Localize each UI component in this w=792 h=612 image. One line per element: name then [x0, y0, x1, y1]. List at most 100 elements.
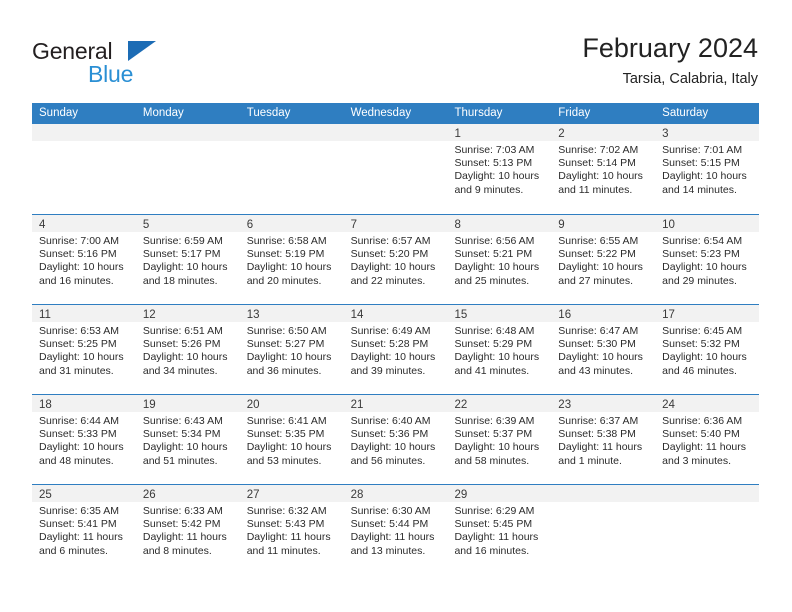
- calendar-week-row: 1 Sunrise: 7:03 AM Sunset: 5:13 PM Daylight…: [32, 124, 760, 214]
- calendar-day-cell[interactable]: 14 Sunrise: 6:49 AM Sunset: 5:28 PM Dayligh…: [343, 305, 448, 394]
- calendar-day-cell[interactable]: 24 Sunrise: 6:36 AM Sunset: 5:40 PM Dayligh…: [655, 395, 760, 484]
- day-number-band: [343, 124, 448, 141]
- day-info: Sunrise: 7:01 AM Sunset: 5:15 PM Daylight:…: [655, 141, 759, 197]
- calendar-day-cell[interactable]: 11 Sunrise: 6:53 AM Sunset: 5:25 PM Dayligh…: [32, 305, 136, 394]
- day-info: Sunrise: 6:51 AM Sunset: 5:26 PM Daylight:…: [136, 322, 240, 378]
- day-number-band: 24: [655, 395, 760, 412]
- calendar-day-cell[interactable]: 5 Sunrise: 6:59 AM Sunset: 5:17 PM Daylight…: [135, 215, 240, 304]
- day-number: 25: [39, 489, 52, 501]
- calendar-day-cell[interactable]: 18 Sunrise: 6:44 AM Sunset: 5:33 PM Dayligh…: [32, 395, 136, 484]
- day-number: 11: [39, 309, 51, 321]
- day-info-line: and 16 minutes.: [454, 544, 530, 557]
- calendar-day-cell[interactable]: 28 Sunrise: 6:30 AM Sunset: 5:44 PM Dayligh…: [343, 485, 448, 574]
- calendar-week-row: 4 Sunrise: 7:00 AM Sunset: 5:16 PM Daylight…: [32, 214, 760, 304]
- brand-logo[interactable]: General Blue: [32, 38, 232, 90]
- day-info: Sunrise: 7:03 AM Sunset: 5:13 PM Daylight:…: [447, 141, 551, 197]
- day-info-line: Sunrise: 6:55 AM: [558, 235, 639, 247]
- day-info: Sunrise: 7:00 AM Sunset: 5:16 PM Daylight:…: [32, 232, 136, 288]
- day-number-band: 13: [239, 305, 344, 322]
- day-number-band: 26: [135, 485, 240, 502]
- calendar-page: General Blue February 2024 Tarsia, Calab…: [0, 0, 792, 612]
- calendar-day-cell[interactable]: 25 Sunrise: 6:35 AM Sunset: 5:41 PM Dayligh…: [32, 485, 136, 574]
- calendar-day-cell[interactable]: 6 Sunrise: 6:58 AM Sunset: 5:19 PM Daylight…: [239, 215, 344, 304]
- calendar-day-cell[interactable]: 16 Sunrise: 6:47 AM Sunset: 5:30 PM Dayligh…: [551, 305, 656, 394]
- calendar-day-cell[interactable]: 3 Sunrise: 7:01 AM Sunset: 5:15 PM Daylight…: [655, 124, 760, 214]
- day-info-line: Sunset: 5:22 PM: [558, 248, 636, 261]
- day-number-band: 9: [551, 215, 656, 232]
- day-info: Sunrise: 6:56 AM Sunset: 5:21 PM Daylight:…: [447, 232, 551, 288]
- day-number: 28: [350, 489, 364, 501]
- day-info-line: and 9 minutes.: [454, 183, 524, 196]
- day-info: Sunrise: 6:39 AM Sunset: 5:37 PM Daylight:…: [447, 412, 551, 468]
- day-number-band: 18: [32, 395, 136, 412]
- calendar-day-cell[interactable]: 20 Sunrise: 6:41 AM Sunset: 5:35 PM Dayligh…: [239, 395, 344, 484]
- day-info-line: Daylight: 11 hours: [39, 531, 123, 544]
- calendar-day-cell[interactable]: 4 Sunrise: 7:00 AM Sunset: 5:16 PM Daylight…: [32, 215, 136, 304]
- brand-name-secondary: Blue: [88, 61, 134, 87]
- day-info-line: Sunset: 5:35 PM: [246, 428, 325, 441]
- day-info-line: and 34 minutes.: [142, 364, 218, 377]
- day-info-line: and 3 minutes.: [662, 454, 732, 467]
- day-info-line: Sunrise: 6:57 AM: [350, 235, 431, 247]
- day-info-line: Sunset: 5:44 PM: [350, 518, 429, 531]
- day-info: Sunrise: 6:33 AM Sunset: 5:42 PM Daylight:…: [136, 502, 240, 558]
- day-info-line: and 29 minutes.: [662, 274, 737, 287]
- day-number-band: [239, 124, 344, 141]
- day-info-line: Sunrise: 6:47 AM: [558, 325, 639, 337]
- day-info-line: and 43 minutes.: [558, 364, 634, 377]
- day-info-line: Daylight: 10 hours: [454, 170, 540, 183]
- day-info-line: Sunset: 5:36 PM: [350, 428, 429, 441]
- day-info-line: Daylight: 10 hours: [662, 351, 747, 364]
- day-number-band: 6: [239, 215, 344, 232]
- day-info: [344, 141, 448, 144]
- weekday-header-wednesday: Wednesday: [350, 107, 412, 119]
- calendar-day-cell[interactable]: 26 Sunrise: 6:33 AM Sunset: 5:42 PM Dayligh…: [135, 485, 240, 574]
- day-info: [240, 141, 344, 144]
- calendar-day-cell[interactable]: 21 Sunrise: 6:40 AM Sunset: 5:36 PM Dayligh…: [343, 395, 448, 484]
- day-info-line: Daylight: 10 hours: [39, 261, 124, 274]
- day-info-line: Daylight: 10 hours: [662, 261, 747, 274]
- calendar-day-cell[interactable]: 27 Sunrise: 6:32 AM Sunset: 5:43 PM Dayligh…: [239, 485, 344, 574]
- calendar-day-cell[interactable]: 23 Sunrise: 6:37 AM Sunset: 5:38 PM Dayligh…: [551, 395, 656, 484]
- day-number: 17: [662, 309, 675, 321]
- calendar-day-cell[interactable]: 13 Sunrise: 6:50 AM Sunset: 5:27 PM Dayligh…: [239, 305, 344, 394]
- title-block: February 2024 Tarsia, Calabria, Italy: [582, 32, 758, 88]
- day-info-line: Sunrise: 6:51 AM: [142, 325, 223, 337]
- day-info-line: Sunrise: 6:39 AM: [454, 415, 535, 427]
- calendar-day-cell[interactable]: 12 Sunrise: 6:51 AM Sunset: 5:26 PM Dayligh…: [135, 305, 240, 394]
- calendar-day-cell[interactable]: 7 Sunrise: 6:57 AM Sunset: 5:20 PM Daylight…: [343, 215, 448, 304]
- day-info: Sunrise: 6:53 AM Sunset: 5:25 PM Daylight:…: [32, 322, 136, 378]
- calendar-day-cell[interactable]: 1 Sunrise: 7:03 AM Sunset: 5:13 PM Daylight…: [447, 124, 552, 214]
- calendar-day-cell[interactable]: 9 Sunrise: 6:55 AM Sunset: 5:22 PM Daylight…: [551, 215, 656, 304]
- day-number-band: 27: [239, 485, 344, 502]
- calendar-day-cell[interactable]: 17 Sunrise: 6:45 AM Sunset: 5:32 PM Dayligh…: [655, 305, 760, 394]
- day-number-band: 5: [135, 215, 240, 232]
- calendar-day-cell[interactable]: 10 Sunrise: 6:54 AM Sunset: 5:23 PM Dayligh…: [655, 215, 760, 304]
- location-subtitle: Tarsia, Calabria, Italy: [622, 71, 758, 87]
- calendar-week-row: 25 Sunrise: 6:35 AM Sunset: 5:41 PM Dayligh…: [32, 484, 760, 574]
- day-info-line: and 36 minutes.: [246, 364, 322, 377]
- day-number-band: 17: [655, 305, 760, 322]
- day-info-line: Sunset: 5:32 PM: [662, 338, 740, 351]
- day-info: [32, 141, 136, 144]
- calendar-day-cell[interactable]: 8 Sunrise: 6:56 AM Sunset: 5:21 PM Daylight…: [447, 215, 552, 304]
- calendar-day-cell[interactable]: 29 Sunrise: 6:29 AM Sunset: 5:45 PM Dayligh…: [447, 485, 552, 574]
- day-number-band: 4: [32, 215, 136, 232]
- day-info-line: Daylight: 10 hours: [142, 261, 228, 274]
- day-info-line: and 1 minute.: [558, 454, 622, 467]
- day-info-line: Daylight: 10 hours: [39, 351, 124, 364]
- calendar-day-cell[interactable]: 19 Sunrise: 6:43 AM Sunset: 5:34 PM Dayligh…: [135, 395, 240, 484]
- calendar-day-cell[interactable]: 15 Sunrise: 6:48 AM Sunset: 5:29 PM Dayligh…: [447, 305, 552, 394]
- calendar-day-cell[interactable]: 2 Sunrise: 7:02 AM Sunset: 5:14 PM Daylight…: [551, 124, 656, 214]
- day-info-line: Daylight: 11 hours: [142, 531, 227, 544]
- day-info-line: Daylight: 11 hours: [350, 531, 435, 544]
- calendar-day-cell[interactable]: 22 Sunrise: 6:39 AM Sunset: 5:37 PM Dayligh…: [447, 395, 552, 484]
- day-number: 2: [558, 128, 565, 140]
- day-number-band: 15: [447, 305, 552, 322]
- day-number: 20: [246, 399, 260, 411]
- day-info-line: Sunrise: 6:30 AM: [350, 505, 431, 517]
- day-number: 12: [142, 309, 156, 321]
- day-number-band: [655, 485, 760, 502]
- day-info-line: Sunset: 5:27 PM: [246, 338, 325, 351]
- day-info-line: and 39 minutes.: [350, 364, 426, 377]
